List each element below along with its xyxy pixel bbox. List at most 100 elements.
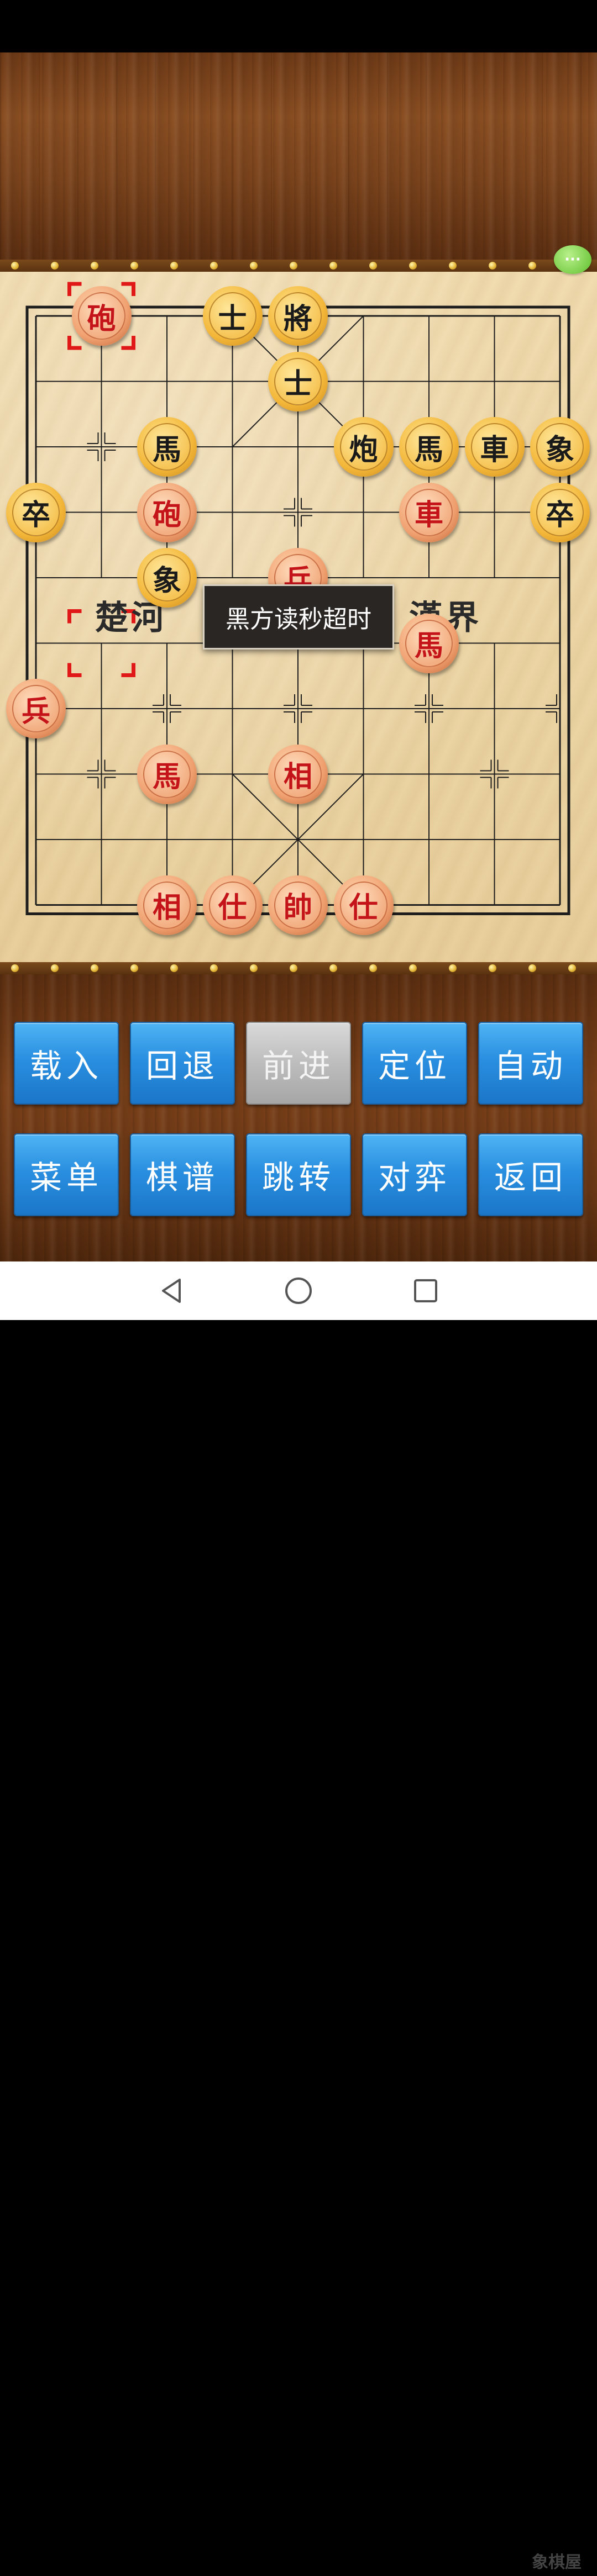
piece-label: 將	[274, 292, 322, 340]
rail-stud	[369, 964, 377, 972]
black-piece[interactable]: 象	[530, 417, 590, 477]
red-piece[interactable]: 砲	[71, 286, 132, 346]
rail-stud	[11, 964, 19, 972]
selection-marker	[67, 282, 82, 296]
piece-label: 馬	[143, 423, 191, 471]
piece-label: 仕	[208, 881, 256, 929]
rail-stud	[170, 964, 178, 972]
red-piece[interactable]: 砲	[137, 482, 197, 542]
button-r1-1[interactable]: 回退	[130, 1022, 235, 1105]
black-piece[interactable]: 士	[268, 351, 328, 411]
piece-label: 相	[143, 881, 191, 929]
rail-stud	[290, 262, 297, 270]
selection-marker	[67, 336, 82, 350]
bottom-wood-panel: 载入 回退 前进 定位 自动 菜单 棋谱 跳转 对弈 返回	[0, 974, 597, 1261]
rail-stud	[91, 262, 98, 270]
button-r2-2[interactable]: 跳转	[246, 1133, 351, 1216]
piece-label: 馬	[143, 750, 191, 798]
black-piece[interactable]: 象	[137, 548, 197, 608]
toast-message: 黑方读秒超时	[203, 584, 394, 650]
home-circle-icon[interactable]	[265, 1261, 332, 1320]
rail-stud	[489, 964, 496, 972]
button-r2-3[interactable]: 对弈	[362, 1133, 467, 1216]
red-piece[interactable]: 仕	[202, 875, 263, 935]
red-piece[interactable]: 車	[399, 482, 459, 542]
piece-label: 士	[274, 357, 322, 405]
button-r1-2[interactable]: 前进	[246, 1022, 351, 1105]
red-piece[interactable]: 馬	[137, 744, 197, 804]
black-piece[interactable]: 士	[202, 286, 263, 346]
rail-stud	[170, 262, 178, 270]
black-piece[interactable]: 車	[464, 417, 525, 477]
watermark-logo: 象棋屋	[532, 2553, 582, 2572]
black-piece[interactable]: 卒	[6, 482, 66, 542]
rail-stud	[290, 964, 297, 972]
board-top-rail	[0, 260, 597, 272]
piece-label: 馬	[405, 619, 453, 667]
piece-label: 炮	[339, 423, 387, 471]
back-triangle-icon[interactable]	[138, 1261, 205, 1320]
piece-label: 相	[274, 750, 322, 798]
black-piece[interactable]: 馬	[399, 417, 459, 477]
black-piece[interactable]: 卒	[530, 482, 590, 542]
red-piece[interactable]: 兵	[6, 679, 66, 738]
button-r1-4[interactable]: 自动	[478, 1022, 583, 1105]
rail-stud	[51, 262, 59, 270]
navigation-bar: 象棋屋	[0, 1261, 597, 2572]
button-r1-3[interactable]: 定位	[362, 1022, 467, 1105]
rail-stud	[568, 964, 576, 972]
selection-marker	[121, 282, 135, 296]
rail-stud	[369, 262, 377, 270]
rail-stud	[130, 964, 138, 972]
black-piece[interactable]: 將	[268, 286, 328, 346]
piece-label: 車	[470, 423, 519, 471]
rail-stud	[250, 964, 258, 972]
selection-marker	[121, 336, 135, 350]
rail-stud	[528, 964, 536, 972]
piece-label: 卒	[536, 488, 584, 536]
button-r2-0[interactable]: 菜单	[14, 1133, 119, 1216]
selection-marker	[121, 663, 135, 677]
piece-label: 象	[143, 554, 191, 601]
rail-stud	[210, 964, 218, 972]
button-r1-0[interactable]: 载入	[14, 1022, 119, 1105]
piece-label: 象	[536, 423, 584, 471]
rail-stud	[11, 262, 19, 270]
recents-square-icon[interactable]	[392, 1261, 459, 1320]
selection-marker	[67, 663, 82, 677]
chat-bubble-icon[interactable]: ···	[554, 245, 591, 274]
top-wood-panel	[0, 52, 597, 265]
button-r2-1[interactable]: 棋谱	[130, 1133, 235, 1216]
piece-label: 砲	[77, 292, 125, 340]
piece-label: 卒	[12, 488, 60, 536]
rail-stud	[409, 262, 417, 270]
rail-stud	[51, 964, 59, 972]
rail-stud	[528, 262, 536, 270]
red-piece[interactable]: 馬	[399, 613, 459, 673]
rail-stud	[449, 964, 457, 972]
piece-label: 士	[208, 292, 256, 340]
piece-label: 兵	[12, 685, 60, 732]
button-r2-4[interactable]: 返回	[478, 1133, 583, 1216]
rail-stud	[91, 964, 98, 972]
rail-stud	[329, 964, 337, 972]
rail-stud	[250, 262, 258, 270]
red-piece[interactable]: 仕	[333, 875, 394, 935]
rail-stud	[210, 262, 218, 270]
red-piece[interactable]: 相	[137, 875, 197, 935]
rail-stud	[409, 964, 417, 972]
piece-label: 砲	[143, 488, 191, 536]
red-piece[interactable]: 相	[268, 744, 328, 804]
board-bottom-rail	[0, 962, 597, 974]
rail-stud	[130, 262, 138, 270]
rail-stud	[449, 262, 457, 270]
piece-label: 車	[405, 488, 453, 536]
black-piece[interactable]: 馬	[137, 417, 197, 477]
black-piece[interactable]: 炮	[333, 417, 394, 477]
status-bar	[0, 0, 597, 52]
rail-stud	[329, 262, 337, 270]
piece-label: 仕	[339, 881, 387, 929]
selection-marker	[67, 609, 82, 624]
red-piece[interactable]: 帥	[268, 875, 328, 935]
piece-label: 帥	[274, 881, 322, 929]
